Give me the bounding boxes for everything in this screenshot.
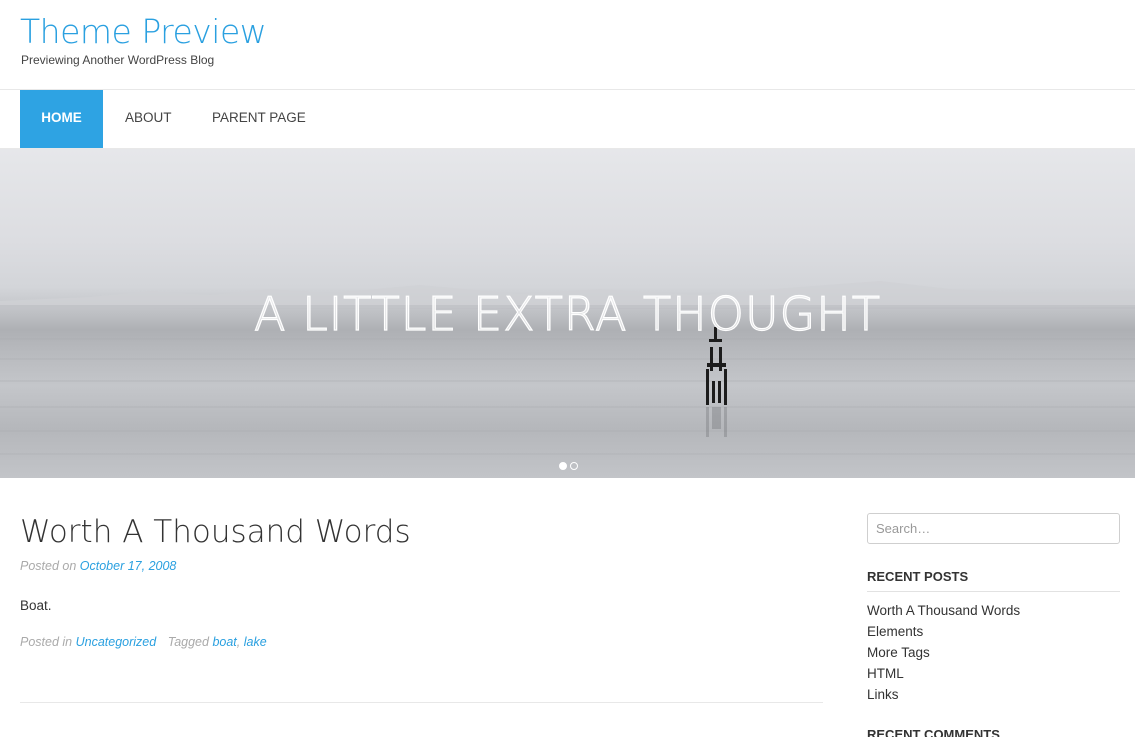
tagged-label: Tagged	[167, 635, 209, 649]
hero-title: A LITTLE EXTRA THOUGHT	[253, 286, 881, 341]
post-meta: Posted on October 17, 2008	[20, 559, 176, 573]
post-divider	[20, 702, 823, 703]
recent-post-link[interactable]: HTML	[867, 666, 904, 681]
post-date-link[interactable]: October 17, 2008	[80, 559, 177, 573]
nav-item-about[interactable]: ABOUT	[125, 90, 172, 148]
list-item: HTML	[867, 666, 1020, 687]
list-item: Worth A Thousand Words	[867, 603, 1020, 624]
recent-posts-list: Worth A Thousand Words Elements More Tag…	[867, 603, 1020, 708]
recent-comments-title: RECENT COMMENTS	[867, 727, 1000, 737]
post-footer: Posted in Uncategorized Tagged boat, lak…	[20, 635, 267, 649]
search-input[interactable]	[867, 513, 1120, 544]
nav-item-parent-page[interactable]: PARENT PAGE	[212, 90, 306, 148]
slider-pagination	[559, 457, 581, 470]
posted-on-label: Posted on	[20, 559, 77, 573]
list-item: Elements	[867, 624, 1020, 645]
post-content: Boat.	[20, 598, 52, 613]
list-item: More Tags	[867, 645, 1020, 666]
slider-dot-1[interactable]	[559, 462, 567, 470]
nav-item-home[interactable]: HOME	[20, 90, 103, 148]
site-title[interactable]: Theme Preview	[20, 12, 267, 51]
site-description: Previewing Another WordPress Blog	[21, 53, 215, 67]
category-link[interactable]: Uncategorized	[76, 635, 157, 649]
main-navigation: HOME ABOUT PARENT PAGE	[0, 90, 1135, 149]
site-header: Theme Preview Previewing Another WordPre…	[0, 0, 1135, 90]
list-item: Links	[867, 687, 1020, 708]
recent-post-link[interactable]: Worth A Thousand Words	[867, 603, 1020, 618]
posted-in-label: Posted in	[20, 635, 73, 649]
tags-section: Tagged boat, lake	[168, 635, 267, 649]
widget-divider	[867, 591, 1120, 592]
recent-posts-title: RECENT POSTS	[867, 569, 969, 584]
slider-dot-2[interactable]	[570, 462, 578, 470]
tag-link-lake[interactable]: lake	[244, 635, 267, 649]
recent-post-link[interactable]: Elements	[867, 624, 923, 639]
tag-link-boat[interactable]: boat	[212, 635, 236, 649]
post-title[interactable]: Worth A Thousand Words	[20, 514, 411, 550]
recent-post-link[interactable]: Links	[867, 687, 899, 702]
tag-separator: ,	[236, 635, 244, 649]
hero-slider[interactable]: A LITTLE EXTRA THOUGHT	[0, 149, 1135, 478]
recent-post-link[interactable]: More Tags	[867, 645, 930, 660]
